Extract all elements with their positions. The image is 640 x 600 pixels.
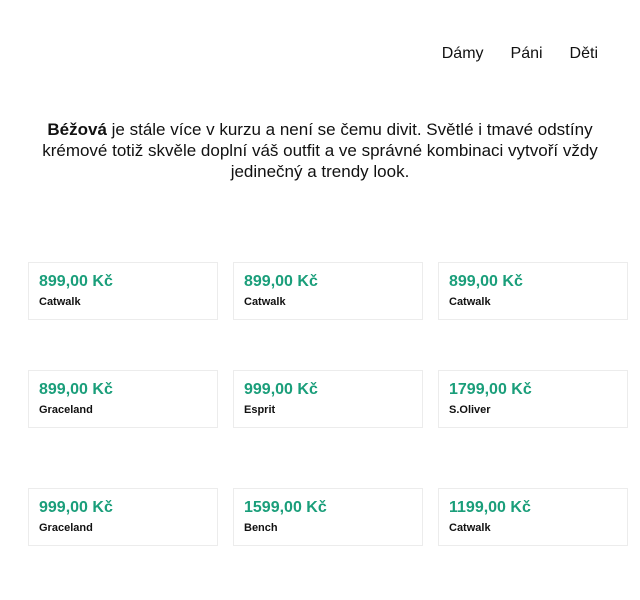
product-card[interactable]: 999,00 Kč Graceland — [28, 488, 218, 546]
product-brand: Graceland — [39, 522, 93, 534]
product-price: 1199,00 Kč — [449, 499, 531, 516]
intro-text: Béžová je stále více v kurzu a není se č… — [20, 119, 620, 182]
product-row: 899,00 Kč Catwalk 899,00 Kč Catwalk 899,… — [28, 262, 628, 320]
product-brand: Esprit — [244, 404, 276, 416]
product-price: 899,00 Kč — [244, 273, 318, 290]
product-price: 899,00 Kč — [39, 381, 113, 398]
product-grid: 899,00 Kč Catwalk 899,00 Kč Catwalk 899,… — [28, 262, 628, 546]
product-brand: Catwalk — [449, 296, 491, 308]
product-card[interactable]: 899,00 Kč Catwalk — [438, 262, 628, 320]
product-price: 999,00 Kč — [244, 381, 318, 398]
product-brand: Catwalk — [449, 522, 491, 534]
product-card[interactable]: 899,00 Kč Graceland — [28, 370, 218, 428]
product-price: 1599,00 Kč — [244, 499, 327, 516]
intro-body: je stále více v kurzu a není se čemu div… — [42, 120, 598, 181]
nav-item-pani[interactable]: Páni — [511, 45, 543, 63]
intro-bold-word: Béžová — [47, 120, 107, 139]
page: Dámy Páni Děti Béžová je stále více v ku… — [0, 0, 640, 600]
product-brand: Catwalk — [244, 296, 286, 308]
product-card[interactable]: 1199,00 Kč Catwalk — [438, 488, 628, 546]
product-card[interactable]: 999,00 Kč Esprit — [233, 370, 423, 428]
product-row: 999,00 Kč Graceland 1599,00 Kč Bench 119… — [28, 488, 628, 546]
main-nav: Dámy Páni Děti — [415, 45, 598, 63]
product-card[interactable]: 899,00 Kč Catwalk — [233, 262, 423, 320]
product-price: 899,00 Kč — [39, 273, 113, 290]
product-brand: S.Oliver — [449, 404, 491, 416]
product-brand: Bench — [244, 522, 278, 534]
product-price: 1799,00 Kč — [449, 381, 532, 398]
product-price: 999,00 Kč — [39, 499, 113, 516]
product-card[interactable]: 1799,00 Kč S.Oliver — [438, 370, 628, 428]
product-card[interactable]: 899,00 Kč Catwalk — [28, 262, 218, 320]
product-brand: Graceland — [39, 404, 93, 416]
product-brand: Catwalk — [39, 296, 81, 308]
nav-item-deti[interactable]: Děti — [570, 45, 598, 63]
product-row: 899,00 Kč Graceland 999,00 Kč Esprit 179… — [28, 370, 628, 428]
product-card[interactable]: 1599,00 Kč Bench — [233, 488, 423, 546]
product-price: 899,00 Kč — [449, 273, 523, 290]
nav-item-damy[interactable]: Dámy — [442, 45, 484, 63]
